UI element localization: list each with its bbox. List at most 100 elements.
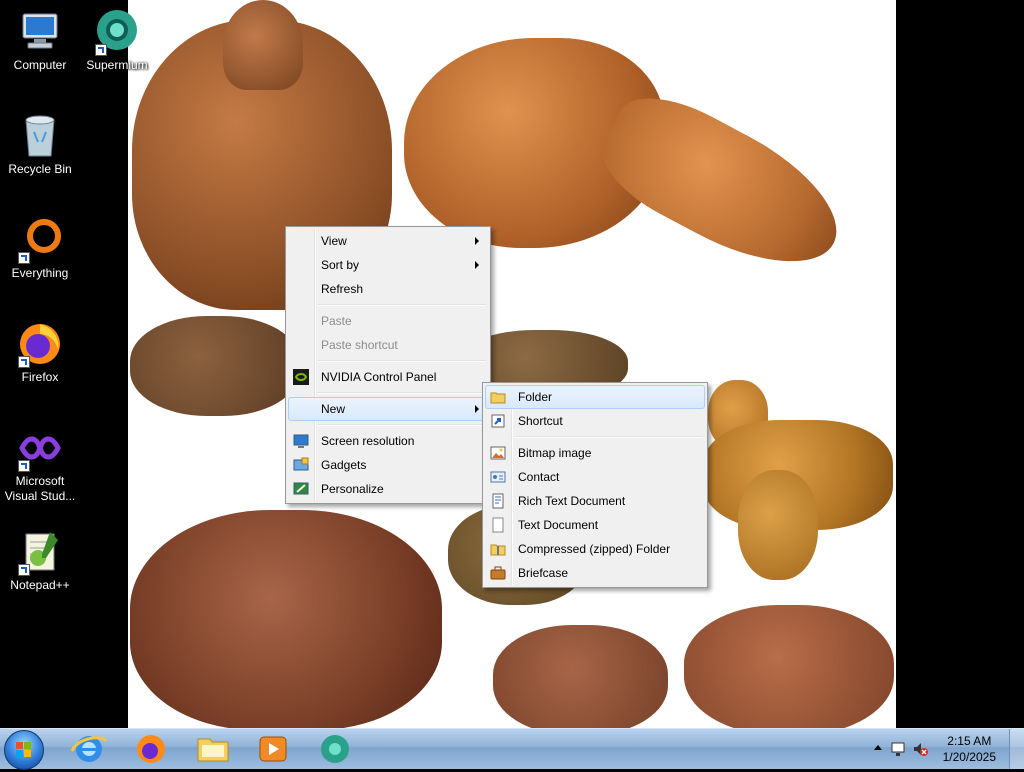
taskbar-supermium[interactable] — [310, 731, 360, 767]
menu-separator — [318, 424, 486, 426]
menu-item-nvidia-control-panel[interactable]: NVIDIA Control Panel — [288, 365, 488, 389]
desktop-context-menu: View Sort by Refresh Paste Paste shortcu… — [285, 226, 491, 504]
submenu-item-folder[interactable]: Folder — [485, 385, 705, 409]
desktop-icon-label: Microsoft Visual Stud... — [4, 474, 76, 503]
taskbar-file-explorer[interactable] — [188, 731, 238, 767]
everything-icon — [16, 216, 64, 264]
nvidia-icon — [293, 369, 309, 385]
visual-studio-icon — [16, 424, 64, 472]
submenu-arrow-icon — [475, 405, 479, 413]
submenu-arrow-icon — [475, 237, 479, 245]
volume-muted-icon[interactable] — [912, 741, 928, 757]
wallpaper-shape — [130, 316, 300, 416]
windows-logo-icon — [16, 742, 32, 758]
rich-text-document-icon — [490, 493, 506, 509]
menu-item-label: Text Document — [518, 518, 599, 532]
wallpaper-shape — [738, 470, 818, 580]
submenu-item-shortcut[interactable]: Shortcut — [485, 409, 705, 433]
submenu-item-zip-folder[interactable]: Compressed (zipped) Folder — [485, 537, 705, 561]
menu-item-label: Screen resolution — [321, 434, 415, 448]
menu-item-label: Paste shortcut — [321, 338, 398, 352]
show-hidden-icons-icon[interactable] — [874, 745, 882, 750]
taskbar-internet-explorer[interactable] — [64, 731, 114, 767]
media-player-icon — [259, 736, 287, 762]
menu-item-gadgets[interactable]: Gadgets — [288, 453, 488, 477]
computer-icon — [16, 8, 64, 56]
menu-item-label: NVIDIA Control Panel — [321, 370, 437, 384]
briefcase-icon — [490, 565, 506, 581]
menu-item-label: Bitmap image — [518, 446, 592, 460]
wallpaper-shape — [130, 510, 442, 728]
show-desktop-button[interactable] — [1009, 729, 1024, 769]
desktop-icon-label: Computer — [13, 58, 67, 72]
folder-icon — [490, 389, 506, 405]
desktop-icon-recycle-bin[interactable]: Recycle Bin — [0, 112, 80, 177]
wallpaper-shape — [586, 77, 860, 293]
menu-item-label: Gadgets — [321, 458, 367, 472]
text-document-icon — [490, 517, 506, 533]
taskbar-firefox[interactable] — [126, 731, 176, 767]
desktop-icon-label: Recycle Bin — [8, 162, 72, 176]
gadgets-icon — [293, 457, 309, 473]
submenu-item-text-document[interactable]: Text Document — [485, 513, 705, 537]
desktop-icon-visual-studio[interactable]: Microsoft Visual Stud... — [0, 424, 80, 504]
menu-item-sort-by[interactable]: Sort by — [288, 253, 488, 277]
new-submenu: Folder Shortcut Bitmap image Contact Ric… — [482, 382, 708, 588]
menu-item-label: Sort by — [321, 258, 360, 272]
desktop-icon-everything[interactable]: Everything — [0, 216, 80, 281]
taskbar-media-player[interactable] — [248, 731, 298, 767]
desktop-icon-supermium[interactable]: Supermium — [77, 8, 157, 73]
menu-item-label: Paste — [321, 314, 352, 328]
menu-separator — [318, 304, 486, 306]
desktop-icon-computer[interactable]: Computer — [0, 8, 80, 73]
submenu-item-briefcase[interactable]: Briefcase — [485, 561, 705, 585]
menu-item-personalize[interactable]: Personalize — [288, 477, 488, 501]
system-clock[interactable]: 2:15 AM 1/20/2025 — [943, 733, 996, 765]
desktop-icon-firefox[interactable]: Firefox — [0, 320, 80, 385]
menu-item-refresh[interactable]: Refresh — [288, 277, 488, 301]
bitmap-image-icon — [490, 445, 506, 461]
menu-item-label: New — [321, 402, 346, 416]
desktop-wallpaper — [128, 0, 896, 728]
submenu-item-rich-text[interactable]: Rich Text Document — [485, 489, 705, 513]
menu-item-label: Folder — [518, 390, 553, 404]
notepadpp-icon — [16, 528, 64, 576]
firefox-icon — [16, 320, 64, 368]
menu-separator — [515, 436, 703, 438]
menu-separator — [318, 392, 486, 394]
menu-item-label: Rich Text Document — [518, 494, 626, 508]
menu-item-label: Contact — [518, 470, 560, 484]
network-icon[interactable] — [890, 741, 906, 757]
submenu-item-bitmap[interactable]: Bitmap image — [485, 441, 705, 465]
start-button[interactable] — [4, 730, 44, 770]
menu-item-paste: Paste — [288, 309, 488, 333]
system-tray: 2:15 AM 1/20/2025 — [864, 729, 1024, 769]
menu-separator — [318, 360, 486, 362]
menu-item-label: Compressed (zipped) Folder — [518, 542, 671, 556]
firefox-icon — [137, 735, 165, 763]
wallpaper-shape — [493, 625, 668, 728]
zip-folder-icon — [490, 541, 506, 557]
internet-explorer-icon — [70, 736, 108, 762]
desktop-icon-notepadpp[interactable]: Notepad++ — [0, 528, 80, 593]
desktop-icon-label: Notepad++ — [10, 578, 70, 592]
menu-item-label: Refresh — [321, 282, 364, 296]
wallpaper-shape — [684, 605, 894, 728]
submenu-item-contact[interactable]: Contact — [485, 465, 705, 489]
supermium-icon — [321, 735, 349, 763]
submenu-arrow-icon — [475, 261, 479, 269]
menu-item-label: Shortcut — [518, 414, 563, 428]
desktop-icon-label: Firefox — [21, 370, 59, 384]
shortcut-icon — [490, 413, 506, 429]
desktop-icon-label: Supermium — [86, 58, 148, 72]
menu-item-new[interactable]: New — [288, 397, 488, 421]
menu-item-label: View — [321, 234, 347, 248]
taskbar: 2:15 AM 1/20/2025 — [0, 728, 1024, 770]
personalize-icon — [293, 481, 309, 497]
clock-date: 1/20/2025 — [942, 750, 996, 764]
supermium-icon — [93, 8, 141, 56]
clock-time: 2:15 AM — [947, 734, 992, 748]
menu-item-screen-resolution[interactable]: Screen resolution — [288, 429, 488, 453]
monitor-icon — [293, 433, 309, 449]
menu-item-view[interactable]: View — [288, 229, 488, 253]
